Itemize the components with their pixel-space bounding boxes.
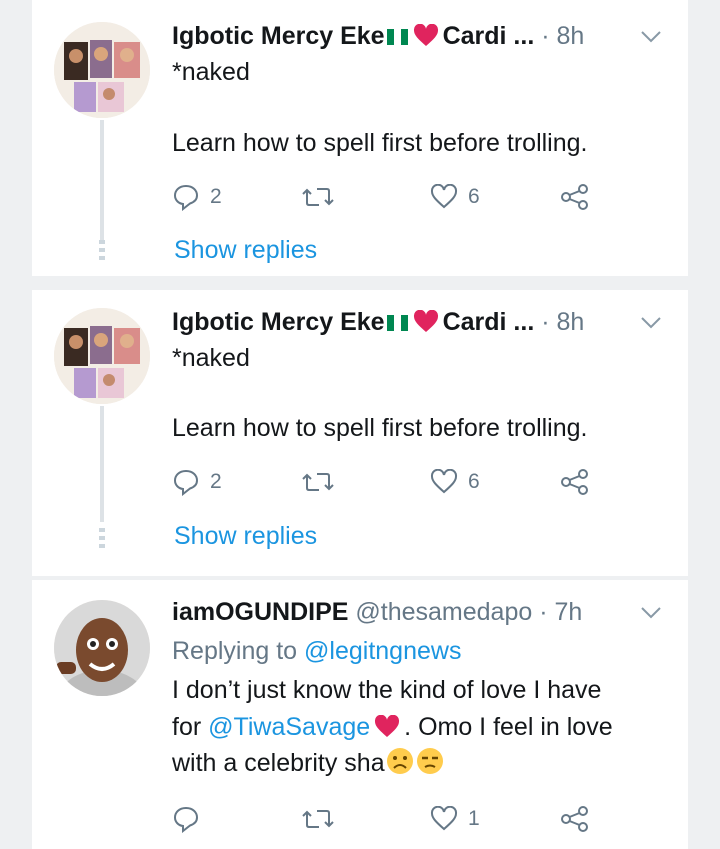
- like-button[interactable]: 1: [430, 802, 480, 836]
- unamused-face-emoji-icon: [416, 748, 443, 774]
- show-replies-link[interactable]: Show replies: [174, 236, 317, 265]
- like-count: 6: [468, 185, 480, 208]
- reply-button[interactable]: [172, 802, 200, 836]
- avatar[interactable]: [54, 22, 150, 118]
- reply-icon: [173, 184, 199, 211]
- tweet-time[interactable]: · 7h: [539, 598, 582, 626]
- reply-button[interactable]: 2: [172, 180, 222, 214]
- tweet-header: Igbotic Mercy Eke Cardi ... · 8h: [172, 308, 584, 337]
- reply-count: 2: [210, 470, 222, 493]
- thread-line: [100, 406, 104, 522]
- retweet-button[interactable]: [302, 802, 334, 836]
- like-button[interactable]: 6: [430, 465, 480, 499]
- share-button[interactable]: [560, 465, 590, 499]
- nigeria-flag-icon: [386, 315, 408, 331]
- like-count: 1: [468, 807, 480, 830]
- reply-count: 2: [210, 185, 222, 208]
- retweet-icon: [302, 473, 334, 491]
- replying-to-link[interactable]: @legitngnews: [304, 637, 461, 665]
- tweet-actions: 2 6: [172, 465, 632, 499]
- author-name[interactable]: Igbotic Mercy Eke: [172, 308, 385, 336]
- share-icon: [561, 806, 588, 832]
- chevron-down-icon[interactable]: [640, 606, 662, 620]
- tweet-text-line: *naked: [172, 344, 250, 372]
- chevron-down-icon[interactable]: [640, 316, 662, 330]
- tweet-text-line: Learn how to spell first before trolling…: [172, 414, 588, 442]
- tweet-actions: 1: [172, 802, 632, 836]
- tweet-header: Igbotic Mercy Eke Cardi ... · 8h: [172, 22, 584, 51]
- tweet-card[interactable]: iamOGUNDIPE @thesamedapo · 7h Replying t…: [32, 580, 688, 849]
- tweet-header: iamOGUNDIPE @thesamedapo · 7h: [172, 598, 582, 627]
- tweet-text-line: for @TiwaSavage . Omo I feel in love: [172, 709, 613, 745]
- author-name[interactable]: iamOGUNDIPE: [172, 598, 348, 626]
- tweet-time[interactable]: · 8h: [541, 308, 584, 336]
- tweet-text-line: *naked: [172, 58, 250, 86]
- retweet-icon: [302, 810, 334, 828]
- heart-emoji-icon: [375, 715, 400, 737]
- reply-button[interactable]: 2: [172, 465, 222, 499]
- share-icon: [561, 469, 588, 495]
- reply-icon: [173, 806, 199, 833]
- like-button[interactable]: 6: [430, 180, 480, 214]
- reply-icon: [173, 469, 199, 496]
- more-replies-indicator: [99, 528, 105, 548]
- chevron-down-icon[interactable]: [640, 30, 662, 44]
- replying-to-label: Replying to: [172, 637, 298, 665]
- heart-emoji-icon: [413, 24, 438, 46]
- author-name[interactable]: Igbotic Mercy Eke: [172, 22, 385, 50]
- thread-line: [100, 120, 104, 240]
- avatar[interactable]: [54, 600, 150, 696]
- replying-to: Replying to @legitngnews: [172, 633, 461, 669]
- tweet-text-line: I don’t just know the kind of love I hav…: [172, 676, 602, 704]
- nigeria-flag-icon: [386, 29, 408, 45]
- like-count: 6: [468, 470, 480, 493]
- more-replies-indicator: [99, 240, 105, 260]
- retweet-icon: [302, 188, 334, 206]
- author-name-suffix[interactable]: Cardi ...: [443, 308, 535, 336]
- share-button[interactable]: [560, 180, 590, 214]
- share-button[interactable]: [560, 802, 590, 836]
- tweet-text-segment: . Omo I feel in love: [404, 713, 613, 741]
- retweet-button[interactable]: [302, 465, 334, 499]
- share-icon: [561, 184, 588, 210]
- author-name-suffix[interactable]: Cardi ...: [443, 22, 535, 50]
- author-handle[interactable]: @thesamedapo: [355, 598, 532, 626]
- tweet-time[interactable]: · 8h: [541, 22, 584, 50]
- tweet-text-line: Learn how to spell first before trolling…: [172, 129, 588, 157]
- like-icon: [430, 806, 458, 831]
- tweet-card[interactable]: Igbotic Mercy Eke Cardi ... · 8h *naked L…: [32, 0, 688, 276]
- frowning-face-emoji-icon: [386, 748, 413, 774]
- tweet-card[interactable]: Igbotic Mercy Eke Cardi ... · 8h *naked L…: [32, 290, 688, 576]
- retweet-button[interactable]: [302, 180, 334, 214]
- like-icon: [430, 184, 458, 209]
- tweet-text-segment: for: [172, 713, 202, 741]
- heart-emoji-icon: [413, 310, 438, 332]
- tweet-text-segment: with a celebrity sha: [172, 749, 385, 777]
- mention-link[interactable]: @TiwaSavage: [208, 713, 370, 741]
- tweet-actions: 2 6: [172, 180, 632, 214]
- avatar[interactable]: [54, 308, 150, 404]
- show-replies-link[interactable]: Show replies: [174, 522, 317, 551]
- like-icon: [430, 469, 458, 494]
- tweet-text-line: with a celebrity sha: [172, 745, 445, 781]
